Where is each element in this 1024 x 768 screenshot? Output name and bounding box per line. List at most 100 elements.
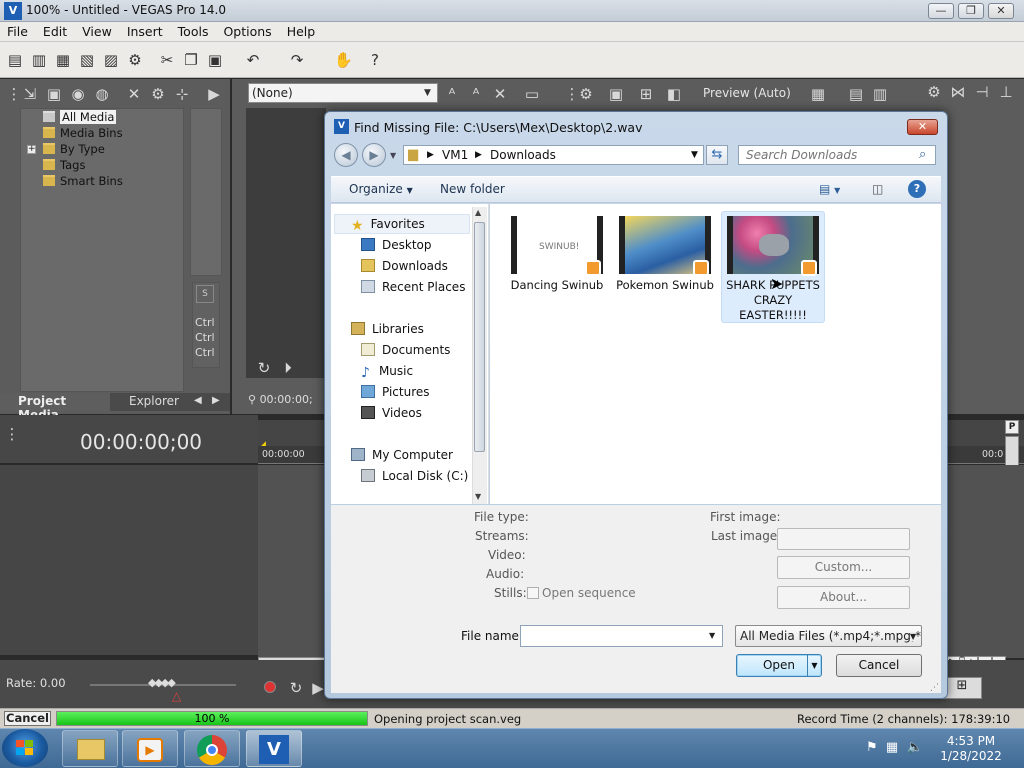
preview-pane-icon[interactable]: ◫ (872, 182, 883, 196)
menu-help[interactable]: Help (280, 22, 324, 39)
search-icon[interactable]: ⌕ (919, 147, 926, 162)
overflow-icon[interactable]: ⊞ (942, 677, 982, 699)
action-center-flag-icon[interactable]: ⚑ (866, 740, 878, 755)
tab-explorer[interactable]: Explorer (129, 394, 179, 408)
menu-insert[interactable]: Insert (120, 22, 171, 39)
chevron-down-icon[interactable]: ▼ (709, 631, 715, 640)
minimize-button[interactable]: — (928, 3, 954, 19)
open-icon[interactable]: ▥ (30, 51, 48, 69)
scroll-down-icon[interactable]: ▼ (475, 492, 481, 501)
remove-media-icon[interactable]: ✕ (124, 84, 144, 104)
menu-options[interactable]: Options (216, 22, 279, 39)
trimmer-fx-icon[interactable]: ⚙ (924, 82, 944, 102)
new-project-icon[interactable]: ▤ (6, 51, 24, 69)
overlays-icon[interactable]: ◧ (664, 84, 684, 104)
nav-my-computer[interactable]: My Computer (351, 447, 453, 464)
web-media-icon[interactable]: ◍ (92, 84, 112, 104)
text-tool-icon[interactable]: ᴬ (466, 84, 486, 104)
paste-icon[interactable]: ▣ (206, 51, 224, 69)
help-icon[interactable]: ? (908, 180, 926, 198)
undo-icon[interactable]: ↶ (244, 51, 262, 69)
tab-project-media[interactable]: Project Media (0, 393, 110, 422)
file-name-input[interactable] (524, 627, 704, 645)
recent-locations-icon[interactable]: ▼ (390, 151, 396, 160)
back-button[interactable]: ◀ (334, 143, 358, 167)
nav-recent-places[interactable]: Recent Places (361, 279, 465, 296)
preview-fx-icon[interactable]: ⚙ (576, 84, 596, 104)
search-box[interactable]: ⌕ (738, 145, 936, 165)
edit-icon[interactable]: ▭ (522, 84, 542, 104)
organize-button[interactable]: Organize ▼ (349, 182, 413, 196)
menu-edit[interactable]: Edit (36, 22, 75, 39)
render-icon[interactable]: ▨ (102, 51, 120, 69)
rate-slider-thumb-icon[interactable]: ◆◆◆◆ (148, 676, 176, 689)
expand-toggle[interactable]: + (27, 145, 36, 154)
menu-view[interactable]: View (75, 22, 120, 39)
delete-icon[interactable]: ✕ (490, 84, 510, 104)
save-snapshot-icon[interactable]: ▥ (870, 84, 890, 104)
nav-favorites[interactable]: ★ Favorites (351, 216, 425, 234)
taskbar-clock[interactable]: 4:53 PM 1/28/2022 (935, 734, 1007, 764)
open-sequence-checkbox[interactable] (527, 587, 539, 599)
copy-snapshot-icon[interactable]: ▤ (846, 84, 866, 104)
tab-scroll-left-icon[interactable]: ◀ (194, 395, 202, 406)
open-button[interactable]: Open ▼ (736, 654, 822, 677)
media-fx-icon[interactable]: ⚙ (148, 84, 168, 104)
capture-video-icon[interactable]: ▣ (44, 84, 64, 104)
file-item-selected[interactable]: SHARK PUPPETS CRAZY EASTER!!!!! (721, 211, 825, 323)
nav-libraries[interactable]: Libraries (351, 321, 424, 338)
media-generators-icon[interactable]: ⊹ (172, 84, 192, 104)
shortcut-icon[interactable]: S (196, 285, 214, 303)
new-folder-button[interactable]: New folder (440, 182, 505, 196)
file-type-filter[interactable]: All Media Files (*.mp4;*.mpg;*.j ▼ (735, 625, 922, 647)
address-bar[interactable]: ▆ ▶ VM1 ▶ Downloads ▼ (403, 145, 704, 165)
custom-button[interactable]: Custom... (777, 556, 910, 579)
save-as-icon[interactable]: ▧ (78, 51, 96, 69)
properties-icon[interactable]: ⚙ (126, 51, 144, 69)
track-pin-icon[interactable]: P (1005, 420, 1019, 434)
open-split-dropdown-icon[interactable]: ▼ (807, 655, 821, 676)
taskbar-vegas[interactable]: V (246, 730, 302, 767)
menu-tools[interactable]: Tools (171, 22, 217, 39)
cut-icon[interactable]: ✂ (158, 51, 176, 69)
close-button[interactable]: ✕ (988, 3, 1014, 19)
file-item[interactable]: SWINUB! Dancing Swinub (505, 212, 609, 293)
import-media-icon[interactable]: ⇲ (20, 84, 40, 104)
dialog-close-button[interactable]: ✕ (907, 119, 938, 135)
split-screen-icon[interactable]: ⊞ (636, 84, 656, 104)
taskbar-explorer[interactable] (62, 730, 118, 767)
play-from-start-icon[interactable]: ⏵ (278, 358, 298, 378)
cancel-open-button[interactable]: Cancel (4, 711, 51, 726)
nav-videos[interactable]: Videos (361, 405, 422, 422)
tree-item-tags[interactable]: Tags (43, 158, 85, 173)
trim-out-icon[interactable]: ⊣ (972, 82, 992, 102)
nav-downloads[interactable]: Downloads (361, 258, 448, 275)
tree-item-by-type[interactable]: By Type (43, 142, 105, 157)
whats-this-help-icon[interactable]: ? (366, 51, 384, 69)
taskbar-media-player[interactable]: ▶ (122, 730, 178, 767)
nav-desktop[interactable]: Desktop (361, 237, 432, 254)
start-button[interactable] (2, 729, 48, 767)
preview-device-select[interactable]: (None) (248, 83, 438, 103)
search-input[interactable] (744, 147, 914, 163)
network-icon[interactable]: ▦ (886, 740, 898, 755)
file-item[interactable]: Pokemon Swinub (613, 212, 717, 293)
enable-snapping-icon[interactable]: ✋ (334, 51, 353, 69)
breadcrumb-vm1[interactable]: VM1 (442, 148, 468, 162)
about-button[interactable]: About... (777, 586, 910, 609)
cancel-button[interactable]: Cancel (836, 654, 922, 677)
refresh-button[interactable]: ⇆ (706, 145, 728, 165)
scroll-up-icon[interactable]: ▲ (475, 208, 481, 217)
copy-icon[interactable]: ❐ (182, 51, 200, 69)
tree-item-media-bins[interactable]: Media Bins (43, 126, 123, 141)
breadcrumb-downloads[interactable]: Downloads (490, 148, 556, 162)
loop-playback-icon[interactable]: ↻ (254, 358, 274, 378)
save-icon[interactable]: ▦ (54, 51, 72, 69)
forward-button[interactable]: ▶ (362, 143, 386, 167)
change-view-icon[interactable]: ▤ ▼ (819, 182, 840, 196)
tree-item-all-media[interactable]: All Media (43, 110, 117, 125)
external-monitor-icon[interactable]: ▣ (606, 84, 626, 104)
trim-markers-icon[interactable]: ⊥ (996, 82, 1016, 102)
loop-icon[interactable]: ↻ (286, 678, 306, 698)
file-name-combobox[interactable]: ▼ (520, 625, 723, 647)
